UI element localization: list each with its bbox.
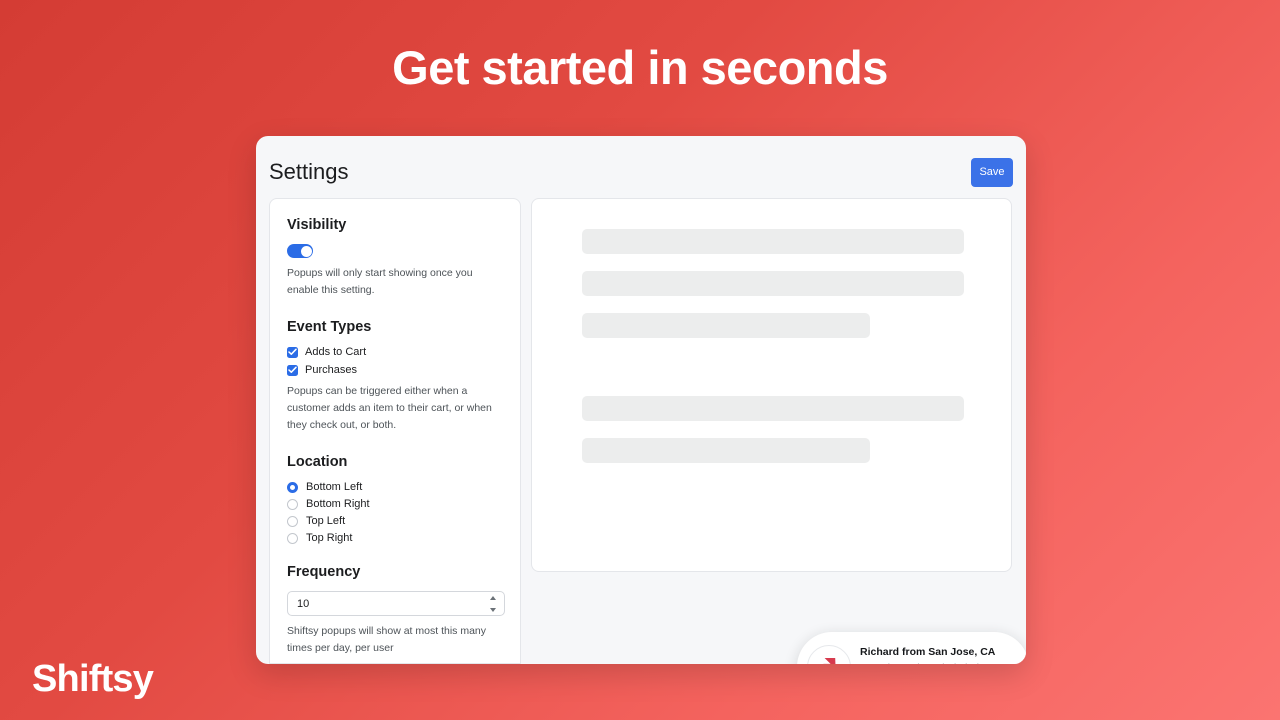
event-types-group: Event Types Adds to Cart Purchases Popup… [287,319,503,434]
radio-label: Top Right [306,532,353,544]
notification-title: Richard from San Jose, CA [860,646,996,658]
radio-row-top-left[interactable]: Top Left [287,515,503,527]
radio-row-top-right[interactable]: Top Right [287,532,503,544]
notification-subtitle: recently purchased Pied Piper Pro! [860,661,1026,664]
skeleton-bar [582,438,870,463]
app-body: Visibility Popups will only start showin… [256,198,1026,664]
radio-row-bottom-left[interactable]: Bottom Left [287,481,503,493]
location-title: Location [287,454,348,470]
chevron-up-icon[interactable] [489,596,496,600]
checkbox-row-adds-to-cart[interactable]: Adds to Cart [287,346,503,358]
frequency-field[interactable] [287,591,505,616]
radio-icon-selected [287,481,298,493]
check-icon [287,346,298,358]
checkbox-label: Adds to Cart [305,346,367,358]
check-icon [287,364,298,376]
radio-row-bottom-right[interactable]: Bottom Right [287,498,503,510]
number-stepper[interactable] [488,596,497,612]
location-group: Location Bottom Left Bottom Right Top Le… [287,454,503,544]
visibility-help: Popups will only start showing once you … [287,267,473,296]
event-types-title: Event Types [287,319,372,335]
checkbox-label: Purchases [305,364,357,376]
frequency-group: Frequency Shiftsy popups will show at mo… [287,564,505,657]
shiftsy-logo-icon [807,645,851,664]
visibility-toggle[interactable] [287,244,313,258]
settings-heading: Settings [269,159,349,184]
radio-icon [287,498,298,510]
page-title: Get started in seconds [392,41,888,94]
frequency-help: Shiftsy popups will show at most this ma… [287,625,486,654]
preview-panel [531,198,1012,572]
chevron-down-icon[interactable] [489,608,496,612]
frequency-title: Frequency [287,564,361,580]
radio-label: Top Left [306,515,346,527]
notification-text: Richard from San Jose, CA recently purch… [860,645,1026,664]
notification-popup[interactable]: Richard from San Jose, CA recently purch… [797,632,1026,664]
frequency-input[interactable] [297,592,467,615]
save-button[interactable]: Save [971,158,1013,187]
skeleton-bar [582,271,964,296]
radio-label: Bottom Right [306,498,370,510]
radio-label: Bottom Left [306,481,363,493]
toggle-knob [300,245,312,257]
checkbox-row-purchases[interactable]: Purchases [287,364,503,376]
radio-icon [287,532,298,544]
skeleton-bar [582,229,964,254]
skeleton-bar [582,313,870,338]
settings-panel: Visibility Popups will only start showin… [269,198,521,664]
visibility-group: Visibility Popups will only start showin… [287,217,503,299]
app-window: Settings Save Visibility Popups will onl… [256,136,1026,664]
radio-icon [287,515,298,527]
app-header: Settings Save [256,136,1026,198]
brand-wordmark: Shiftsy [32,658,154,700]
event-types-help: Popups can be triggered either when a cu… [287,385,492,431]
visibility-title: Visibility [287,217,347,233]
skeleton-bar [582,396,964,421]
